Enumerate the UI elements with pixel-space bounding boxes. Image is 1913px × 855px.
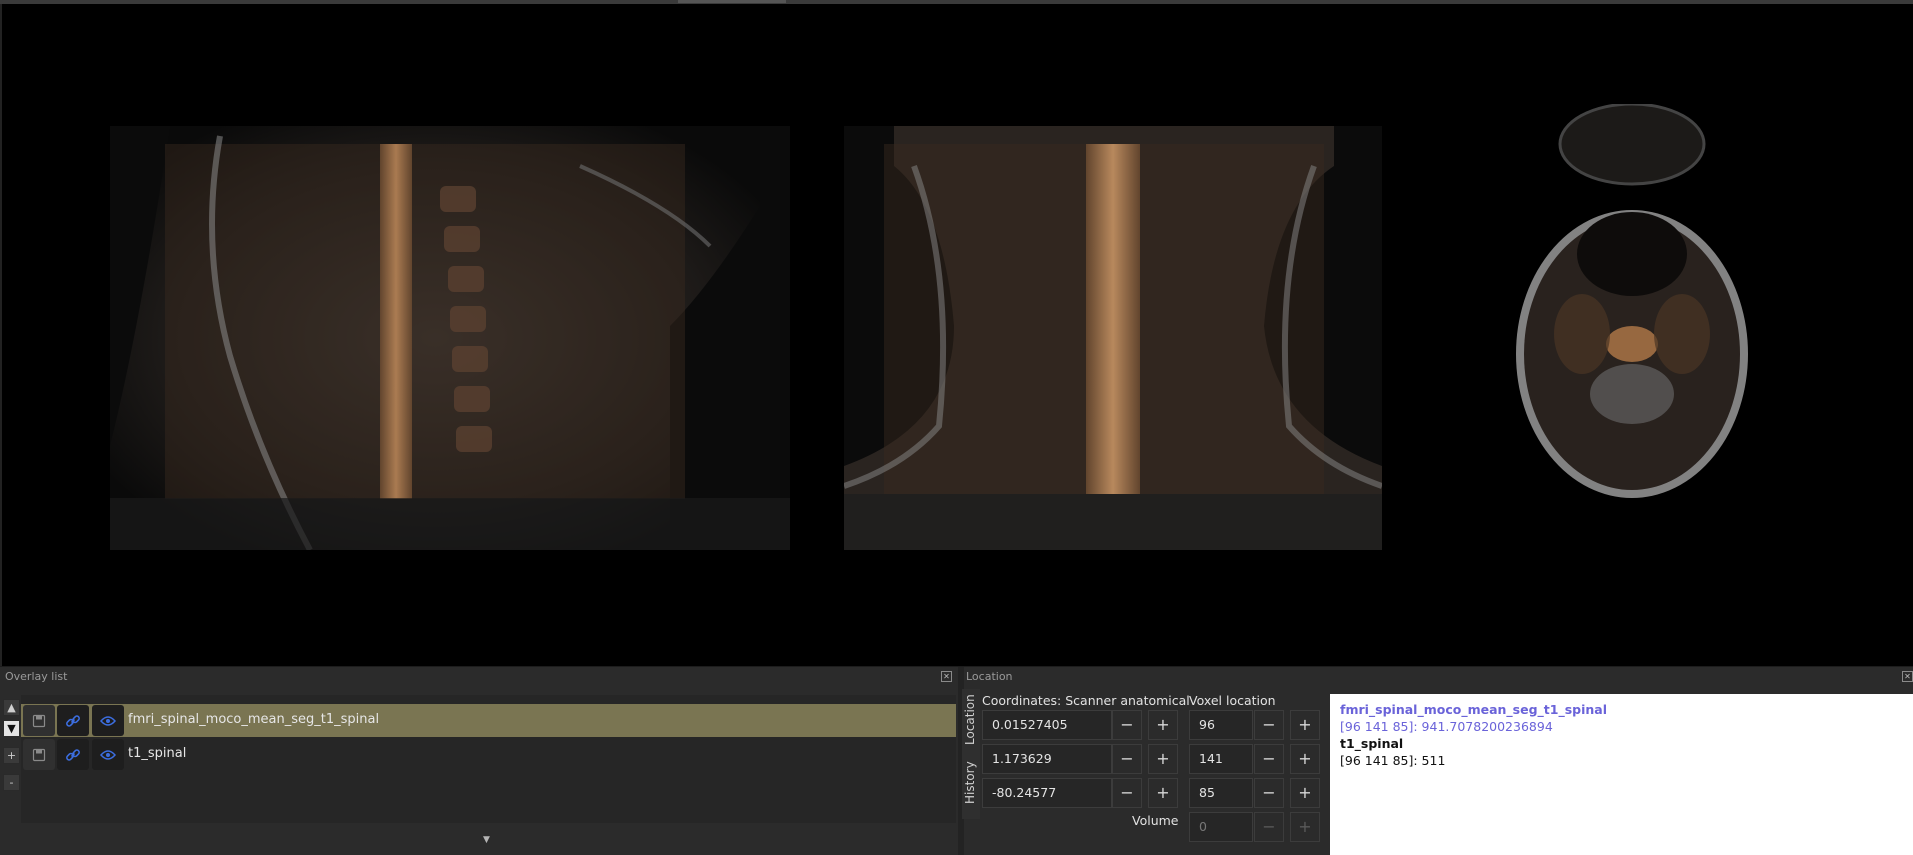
coordinate-x-decrement[interactable]: − [1112,710,1142,740]
overlay-name: fmri_spinal_moco_mean_seg_t1_spinal [128,712,380,727]
remove-overlay-button[interactable]: - [3,774,20,791]
eye-icon [100,715,116,726]
volume-decrement: − [1254,812,1284,842]
coordinate-x-field[interactable]: 0.01527405 [982,710,1112,740]
list-scroll-down-icon[interactable]: ▼ [483,835,490,845]
window-tab[interactable] [678,0,786,3]
location-side-tabs: Location History [962,689,980,819]
overlay-list-title: Overlay list [5,670,68,683]
toggle-visibility-button[interactable] [92,739,124,770]
coronal-view[interactable] [844,126,1382,550]
overlay-list-close-icon[interactable]: ✕ [941,671,952,682]
overlay-row[interactable]: t1_spinal [21,738,956,771]
info-overlay1-name: fmri_spinal_moco_mean_seg_t1_spinal [1340,702,1607,717]
eye-icon [100,749,116,760]
volume-increment: + [1290,812,1320,842]
voxel-z-increment[interactable]: + [1290,778,1320,808]
ortho-viewer[interactable] [0,4,1913,666]
coordinate-y-increment[interactable]: + [1148,744,1178,774]
axial-view[interactable] [1502,104,1812,544]
coordinate-x-increment[interactable]: + [1148,710,1178,740]
add-overlay-button[interactable]: + [3,747,20,764]
voxel-y-field[interactable]: 141 [1189,744,1253,774]
voxel-x-decrement[interactable]: − [1254,710,1284,740]
voxel-location-label: Voxel location [1189,693,1276,708]
voxel-x-field[interactable]: 96 [1189,710,1253,740]
save-icon [32,748,46,761]
location-close-icon[interactable]: ✕ [1902,671,1913,682]
move-overlay-up-button[interactable]: ▲ [3,699,20,716]
overlay-list: fmri_spinal_moco_mean_seg_t1_spinal t1_s… [21,695,956,823]
coordinate-y-decrement[interactable]: − [1112,744,1142,774]
overlay-name: t1_spinal [128,746,187,761]
info-overlay2-name: t1_spinal [1340,736,1404,751]
volume-field: 0 [1189,812,1253,842]
save-icon [32,714,46,727]
link-icon [66,714,80,727]
coordinates-label: Coordinates: Scanner anatomical [982,693,1190,708]
sagittal-view[interactable] [110,126,790,550]
coordinate-z-decrement[interactable]: − [1112,778,1142,808]
link-icon [66,748,80,761]
overlay-row[interactable]: fmri_spinal_moco_mean_seg_t1_spinal [21,704,956,737]
save-overlay-button[interactable] [23,739,55,770]
tab-history[interactable]: History [963,755,979,811]
move-overlay-down-button[interactable]: ▼ [3,720,20,737]
info-overlay2-value: [96 141 85]: 511 [1340,753,1446,768]
coordinate-y-field[interactable]: 1.173629 [982,744,1112,774]
location-title: Location [966,670,1013,683]
voxel-y-increment[interactable]: + [1290,744,1320,774]
tab-location[interactable]: Location [963,691,979,749]
volume-label: Volume [1132,813,1179,828]
link-overlay-button[interactable] [57,739,89,770]
bottom-panels: Overlay list ✕ ▲ ▼ + - ▲ ▼ fmri_spinal_m… [0,666,1913,855]
save-overlay-button[interactable] [23,705,55,736]
coordinate-z-increment[interactable]: + [1148,778,1178,808]
link-overlay-button[interactable] [57,705,89,736]
voxel-z-field[interactable]: 85 [1189,778,1253,808]
voxel-x-increment[interactable]: + [1290,710,1320,740]
coordinate-z-field[interactable]: -80.24577 [982,778,1112,808]
info-overlay1-value: [96 141 85]: 941.7078200236894 [1340,719,1553,734]
location-info-panel: fmri_spinal_moco_mean_seg_t1_spinal [96 … [1330,694,1913,855]
toggle-visibility-button[interactable] [92,705,124,736]
voxel-z-decrement[interactable]: − [1254,778,1284,808]
voxel-y-decrement[interactable]: − [1254,744,1284,774]
